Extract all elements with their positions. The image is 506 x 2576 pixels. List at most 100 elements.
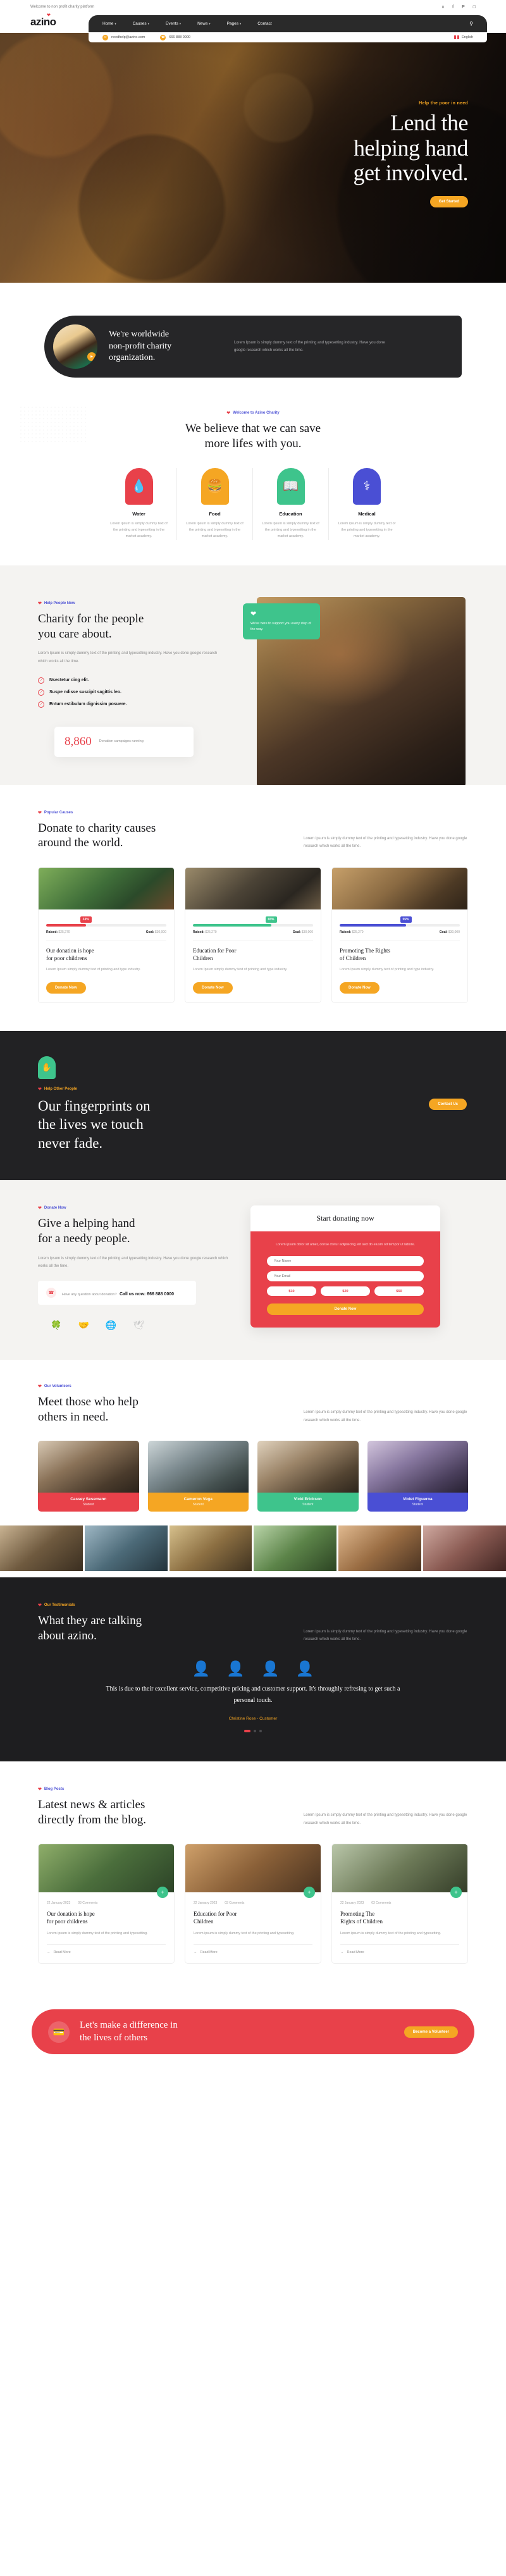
avatar: 👤 xyxy=(295,1660,314,1677)
envelope-icon: ✉ xyxy=(102,34,108,40)
progress-area: 65% Raised: $25,270 Goal: $30,000 xyxy=(193,916,313,934)
nav-item-pages[interactable]: Pages ▾ xyxy=(227,22,242,26)
blog-label: ❤ Blog Posts xyxy=(38,1787,65,1792)
gallery-photo xyxy=(169,1525,252,1572)
team-member-card[interactable]: Cameron Vega Student xyxy=(147,1441,249,1512)
blog-post-card[interactable]: + 22 January 2023 03 Comments Promoting … xyxy=(331,1844,468,1964)
pinterest-icon[interactable]: P xyxy=(462,5,465,9)
become-volunteer-button[interactable]: Become a Volunteer xyxy=(404,2026,458,2038)
burger-icon: 🍔 xyxy=(201,467,229,505)
cause-card[interactable]: 33% Raised: $25,270 Goal: $30,000 Our do… xyxy=(38,867,175,1003)
member-name: Violet Figueroa xyxy=(402,1497,433,1502)
amount-options: $10 $20 $50 xyxy=(267,1286,424,1297)
amount-option[interactable]: $20 xyxy=(321,1286,370,1297)
service-card-food[interactable]: 🍔 Food Lorem ipsum is simply dummy text … xyxy=(177,467,253,540)
carousel-dot-active[interactable] xyxy=(244,1729,250,1732)
nav-item-events[interactable]: Events ▾ xyxy=(166,22,181,26)
read-more-link[interactable]: → Read More xyxy=(194,1944,312,1954)
avatar: 👤 xyxy=(226,1660,245,1677)
donate-title: Give a helping hand for a needy people. xyxy=(38,1217,135,1246)
carousel-dot[interactable] xyxy=(259,1729,262,1732)
charity-feature-section: ❤ Help People Now Charity for the people… xyxy=(0,565,506,785)
site-logo[interactable]: ❤ azino xyxy=(30,13,56,28)
nav-item-news[interactable]: News ▾ xyxy=(197,22,211,26)
causes-title: Donate to charity causes around the worl… xyxy=(38,821,156,850)
member-role: Student xyxy=(192,1503,204,1507)
cause-text: Lorem Ipsum simply dummy text of printin… xyxy=(193,968,288,972)
phone-contact[interactable]: ☎ 666 888 0000 xyxy=(160,34,190,40)
heart-icon: ❤ xyxy=(38,1384,42,1389)
facebook-icon[interactable]: f xyxy=(452,5,454,9)
testimonial-quote: This is due to their excellent service, … xyxy=(106,1685,400,1704)
donation-question-box[interactable]: ☎ Have any question about donation? Call… xyxy=(38,1280,196,1305)
instagram-icon[interactable]: □ xyxy=(473,5,476,9)
donate-now-button[interactable]: Donate Now xyxy=(193,982,233,994)
email-contact[interactable]: ✉ needhelp@azino.com xyxy=(102,34,145,40)
blog-post-card[interactable]: + 22 January 2023 03 Comments Education … xyxy=(185,1844,321,1964)
donate-now-button[interactable]: Donate Now xyxy=(340,982,379,994)
read-more-link[interactable]: → Read More xyxy=(47,1944,166,1954)
gallery-photo xyxy=(254,1525,337,1572)
amount-option[interactable]: $10 xyxy=(267,1286,316,1297)
water-bottle-icon: 💧 xyxy=(125,467,153,505)
amount-option[interactable]: $50 xyxy=(374,1286,424,1297)
causes-label: ❤ Popular Causes xyxy=(38,810,73,815)
service-card-water[interactable]: 💧 Water Lorem ipsum is simply dummy text… xyxy=(101,467,177,540)
blog-section: ❤ Blog Posts Latest news & articles dire… xyxy=(0,1761,506,1994)
about-title: We're worldwide non-profit charity organ… xyxy=(109,329,172,363)
form-donate-button[interactable]: Donate Now xyxy=(267,1303,424,1316)
charity-text-column: ❤ Help People Now Charity for the people… xyxy=(25,601,228,757)
post-image: + xyxy=(332,1844,467,1899)
post-comments: 03 Comments xyxy=(225,1901,245,1906)
causes-text: Lorem Ipsum is simply dummy text of the … xyxy=(304,836,467,849)
nav-item-home[interactable]: Home ▾ xyxy=(102,22,116,26)
donation-stat-box: 8,860 Donation campaigns running xyxy=(54,726,194,757)
carousel-dot[interactable] xyxy=(254,1729,256,1732)
cause-image xyxy=(332,868,467,909)
language-selector[interactable]: English xyxy=(454,35,473,39)
nav-item-causes[interactable]: Causes ▾ xyxy=(133,22,149,26)
blog-grid: + 22 January 2023 03 Comments Our donati… xyxy=(25,1844,481,1964)
team-member-card[interactable]: Cassey Sesemann Student xyxy=(38,1441,139,1512)
nav-item-contact[interactable]: Contact xyxy=(257,22,271,26)
member-photo xyxy=(147,1441,249,1493)
blog-header: ❤ Blog Posts Latest news & articles dire… xyxy=(25,1787,481,1828)
play-icon[interactable]: ▶ xyxy=(87,352,96,361)
chevron-down-icon: ▾ xyxy=(147,22,149,25)
stat-label: Donation campaigns running xyxy=(99,739,144,743)
service-card-medical[interactable]: ⚕ Medical Lorem ipsum is simply dummy te… xyxy=(329,467,405,540)
read-more-link[interactable]: → Read More xyxy=(340,1944,459,1954)
search-icon[interactable]: ⚲ xyxy=(469,21,473,27)
about-text: Lorem Ipsum is simply dummy text of the … xyxy=(234,341,385,352)
post-comments: 03 Comments xyxy=(78,1901,98,1906)
contact-us-button[interactable]: Contact Us xyxy=(429,1098,467,1110)
about-card: ▶ We're worldwide non-profit charity org… xyxy=(44,316,462,378)
member-photo xyxy=(257,1441,359,1493)
cause-text: Lorem Ipsum simply dummy text of printin… xyxy=(340,968,435,972)
cause-image xyxy=(39,868,174,909)
name-input[interactable] xyxy=(267,1256,424,1267)
charity-label: ❤ Help People Now xyxy=(38,601,75,606)
social-links: x f P □ xyxy=(442,5,476,9)
donate-now-button[interactable]: Donate Now xyxy=(46,982,86,994)
hero-eyebrow: Help the poor in need xyxy=(419,101,468,106)
team-grid: Cassey Sesemann Student Cameron Vega Stu… xyxy=(25,1441,481,1512)
service-card-education[interactable]: 📖 Education Lorem ipsum is simply dummy … xyxy=(253,467,329,540)
email-input[interactable] xyxy=(267,1271,424,1282)
twitter-icon[interactable]: x xyxy=(442,5,445,9)
progress-track xyxy=(340,924,460,927)
team-member-card[interactable]: Vicki Erickson Student xyxy=(257,1441,359,1512)
causes-grid: 33% Raised: $25,270 Goal: $30,000 Our do… xyxy=(25,867,481,1003)
hero-cta-button[interactable]: Get Started xyxy=(429,195,468,207)
cause-card[interactable]: 65% Raised: $25,270 Goal: $30,000 Educat… xyxy=(185,867,321,1003)
donation-card-icon: 💳 xyxy=(48,2021,70,2043)
heart-icon: ❤ xyxy=(38,1206,42,1211)
gallery-photo xyxy=(423,1525,506,1572)
post-comments: 03 Comments xyxy=(371,1901,392,1906)
about-section: ▶ We're worldwide non-profit charity org… xyxy=(0,283,506,399)
team-member-card[interactable]: Violet Figueroa Student xyxy=(367,1441,468,1512)
cause-card[interactable]: 55% Raised: $25,270 Goal: $30,000 Promot… xyxy=(331,867,468,1003)
blog-post-card[interactable]: + 22 January 2023 03 Comments Our donati… xyxy=(38,1844,175,1964)
progress-area: 33% Raised: $25,270 Goal: $30,000 xyxy=(46,916,166,934)
service-name: Education xyxy=(279,510,302,517)
